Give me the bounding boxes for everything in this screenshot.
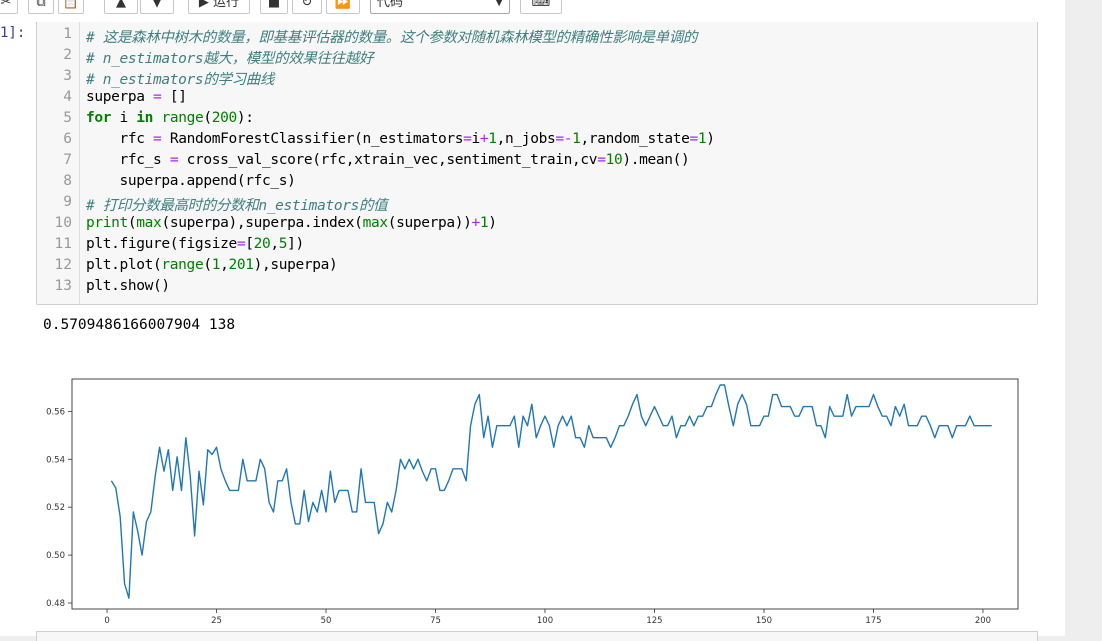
x-tick-label: 200 bbox=[975, 616, 991, 626]
line-number: 3 bbox=[63, 68, 72, 84]
code-line: plt.figure(figsize=[20,5]) bbox=[86, 236, 304, 252]
line-number: 11 bbox=[54, 236, 72, 252]
line-number: 9 bbox=[63, 194, 72, 210]
code-line: for i in range(200): bbox=[86, 110, 254, 126]
x-tick-label: 175 bbox=[865, 616, 881, 626]
line-number: 7 bbox=[63, 152, 72, 168]
code-line: # 打印分数最高时的分数和n_estimators的值 bbox=[86, 198, 388, 214]
paste-icon[interactable]: 📋 bbox=[58, 0, 84, 14]
line-number: 4 bbox=[63, 89, 72, 105]
code-line: # 这是森林中树木的数量，即基基评估器的数量。这个参数对随机森林模型的精确性影响… bbox=[86, 30, 698, 46]
keyboard-icon[interactable]: ⌨ bbox=[520, 0, 562, 14]
plot-frame bbox=[71, 378, 1019, 610]
line-number: 2 bbox=[63, 47, 72, 63]
cut-icon[interactable]: ✂ bbox=[0, 0, 18, 14]
line-number: 10 bbox=[54, 215, 72, 231]
code-line: # n_estimators的学习曲线 bbox=[86, 72, 275, 88]
line-number: 12 bbox=[54, 257, 72, 273]
code-line: # n_estimators越大，模型的效果往往越好 bbox=[86, 51, 374, 67]
move-up-icon[interactable]: ▲ bbox=[104, 0, 138, 14]
line-number: 13 bbox=[54, 278, 72, 294]
line-number: 6 bbox=[63, 131, 72, 147]
code-line: superpa = [] bbox=[86, 89, 187, 105]
code-line: superpa.append(rfc_s) bbox=[86, 173, 296, 189]
x-tick-label: 0 bbox=[104, 616, 109, 626]
cell-prompt: 1]: bbox=[0, 25, 26, 41]
chevron-down-icon: ▼ bbox=[495, 0, 503, 8]
x-tick-label: 125 bbox=[646, 616, 662, 626]
line-number: 8 bbox=[63, 173, 72, 189]
code-line: plt.plot(range(1,201),superpa) bbox=[86, 257, 338, 273]
notebook-toolbar: ✂ ⧉ 📋 ▲ ▼ ▶ 运行 ■ ↻ ⏩ 代码 ▼ ⌨ bbox=[0, 0, 1065, 22]
next-cell[interactable] bbox=[36, 631, 1038, 641]
run-button[interactable]: ▶ 运行 bbox=[188, 0, 250, 14]
code-line: rfc_s = cross_val_score(rfc,xtrain_vec,s… bbox=[86, 152, 690, 168]
notebook-area: 1]: 1 2 3 4 5 6 7 8 9 10 11 12 13 # 这是森林中树木的数量，即基基评估… bbox=[0, 22, 1065, 641]
line-number-gutter: 1 2 3 4 5 6 7 8 9 10 11 12 13 bbox=[37, 22, 80, 304]
line-number: 5 bbox=[63, 110, 72, 126]
cell-output-text: 0.5709486166007904 138 bbox=[43, 317, 236, 333]
x-tick-label: 75 bbox=[430, 616, 441, 626]
y-tick-label: 0.48 bbox=[46, 599, 65, 609]
y-tick-label: 0.56 bbox=[46, 407, 65, 417]
fast-forward-icon[interactable]: ⏩ bbox=[326, 0, 360, 14]
window-side-background bbox=[1065, 0, 1102, 636]
y-tick-label: 0.50 bbox=[46, 551, 65, 561]
y-tick-label: 0.52 bbox=[46, 503, 65, 513]
line-number: 1 bbox=[63, 26, 72, 42]
code-line: plt.show() bbox=[86, 278, 170, 294]
copy-icon[interactable]: ⧉ bbox=[28, 0, 54, 14]
stop-icon[interactable]: ■ bbox=[260, 0, 288, 14]
x-tick-label: 25 bbox=[211, 616, 222, 626]
x-tick-label: 150 bbox=[756, 616, 772, 626]
code-line: rfc = RandomForestClassifier(n_estimator… bbox=[86, 131, 715, 147]
x-tick-label: 100 bbox=[537, 616, 553, 626]
code-cell-input[interactable]: 1 2 3 4 5 6 7 8 9 10 11 12 13 # 这是森林中树木的数量，即基基评估器的数量… bbox=[36, 22, 1038, 305]
move-down-icon[interactable]: ▼ bbox=[140, 0, 174, 14]
code-line: print(max(superpa),superpa.index(max(sup… bbox=[86, 215, 497, 231]
restart-icon[interactable]: ↻ bbox=[292, 0, 322, 14]
y-tick-label: 0.54 bbox=[46, 455, 65, 465]
line-chart: 0 25 50 75 100 125 150 175 200 0.48 0.50 0.52 0.54 0.… bbox=[46, 378, 1019, 626]
x-tick-label: 50 bbox=[321, 616, 332, 626]
cell-type-value: 代码 bbox=[377, 0, 404, 10]
cell-type-select[interactable]: 代码 ▼ bbox=[370, 0, 510, 14]
